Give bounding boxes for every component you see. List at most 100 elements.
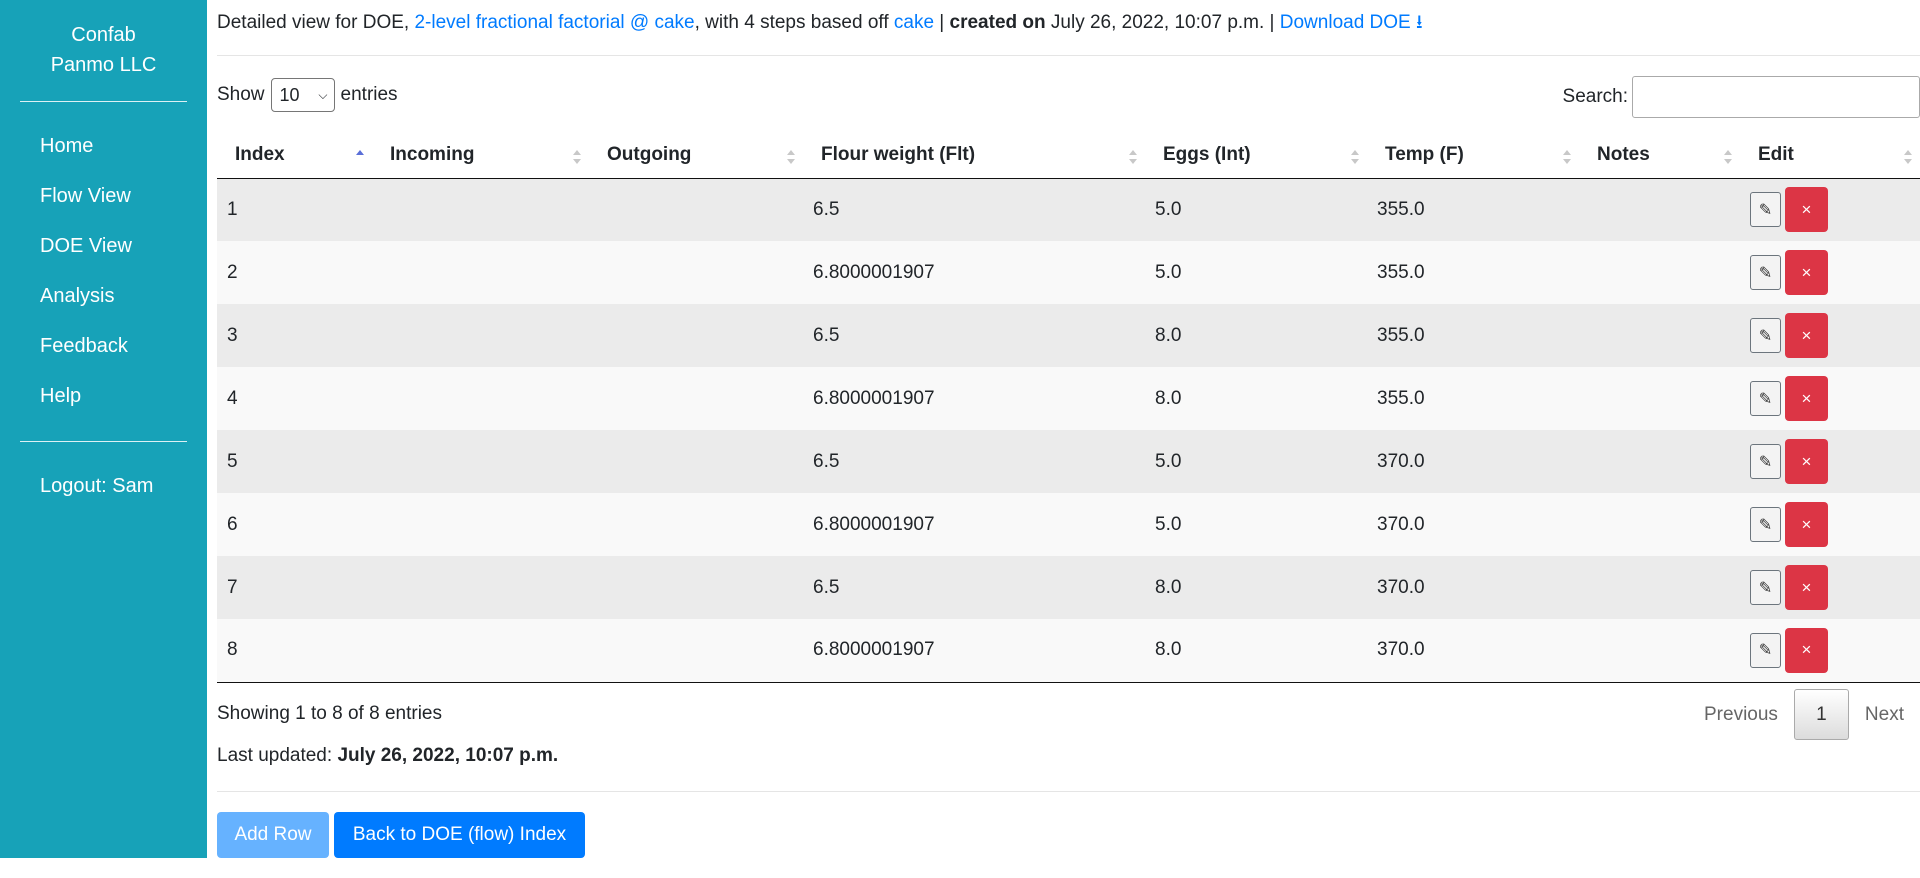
- cell-index: 2: [217, 241, 372, 304]
- nav-feedback[interactable]: Feedback: [40, 335, 128, 358]
- edit-icon[interactable]: ✎: [1750, 444, 1781, 479]
- cell-eggs: 5.0: [1145, 241, 1367, 304]
- nav-doe-view[interactable]: DOE View: [40, 235, 132, 258]
- cell-notes: [1579, 241, 1740, 304]
- cell-temp: 370.0: [1367, 619, 1579, 683]
- edit-icon[interactable]: ✎: [1750, 192, 1781, 228]
- flow-link[interactable]: cake: [894, 12, 934, 33]
- col-header-eggs[interactable]: Eggs (Int): [1145, 133, 1367, 179]
- nav-home[interactable]: Home: [40, 135, 93, 158]
- page-1-button[interactable]: 1: [1793, 689, 1849, 740]
- cell-outgoing: [589, 619, 803, 683]
- nav-flow-view[interactable]: Flow View: [40, 185, 131, 208]
- cell-temp: 370.0: [1367, 556, 1579, 619]
- edit-icon[interactable]: ✎: [1750, 381, 1781, 416]
- sidebar: Confab Panmo LLC Home Flow View DOE View…: [0, 0, 207, 858]
- sort-icon: [1129, 150, 1137, 164]
- last-updated-value: July 26, 2022, 10:07 p.m.: [337, 745, 559, 766]
- delete-icon[interactable]: ×: [1785, 627, 1828, 673]
- header-divider: [217, 55, 1920, 56]
- cell-eggs: 8.0: [1145, 619, 1367, 683]
- delete-icon[interactable]: ×: [1785, 439, 1828, 484]
- doe-link[interactable]: 2-level fractional factorial @ cake: [414, 12, 694, 33]
- delete-icon[interactable]: ×: [1785, 502, 1828, 547]
- next-page-button[interactable]: Next: [1849, 704, 1920, 726]
- col-header-label: Eggs (Int): [1163, 144, 1251, 166]
- cell-index: 6: [217, 493, 372, 556]
- cell-outgoing: [589, 430, 803, 493]
- cell-outgoing: [589, 304, 803, 367]
- cell-outgoing: [589, 556, 803, 619]
- table-row: 1 6.5 5.0 355.0 ✎ ×: [217, 178, 1920, 241]
- cell-edit: ✎ ×: [1740, 493, 1920, 556]
- cell-notes: [1579, 367, 1740, 430]
- created-label: created on: [949, 12, 1046, 33]
- col-header-incoming[interactable]: Incoming: [372, 133, 589, 179]
- col-header-index[interactable]: Index: [217, 133, 372, 179]
- cell-incoming: [372, 619, 589, 683]
- cell-edit: ✎ ×: [1740, 556, 1920, 619]
- cell-index: 8: [217, 619, 372, 683]
- cell-edit: ✎ ×: [1740, 241, 1920, 304]
- cell-temp: 355.0: [1367, 178, 1579, 241]
- cell-index: 7: [217, 556, 372, 619]
- main-content: Detailed view for DOE, 2-level fractiona…: [217, 0, 1920, 878]
- cell-flour-weight: 6.5: [803, 430, 1145, 493]
- last-updated: Last updated: July 26, 2022, 10:07 p.m.: [217, 745, 558, 767]
- edit-icon[interactable]: ✎: [1750, 318, 1781, 353]
- edit-icon[interactable]: ✎: [1750, 507, 1781, 542]
- cell-flour-weight: 6.5: [803, 178, 1145, 241]
- cell-incoming: [372, 241, 589, 304]
- cell-incoming: [372, 178, 589, 241]
- entries-select[interactable]: 10 ⌵: [270, 78, 335, 112]
- cell-index: 4: [217, 367, 372, 430]
- delete-icon[interactable]: ×: [1785, 187, 1828, 233]
- headline-separator: |: [1264, 12, 1280, 33]
- delete-icon[interactable]: ×: [1785, 376, 1828, 421]
- delete-icon[interactable]: ×: [1785, 250, 1828, 295]
- col-header-temp[interactable]: Temp (F): [1367, 133, 1579, 179]
- delete-icon[interactable]: ×: [1785, 313, 1828, 358]
- previous-page-button[interactable]: Previous: [1688, 704, 1794, 726]
- table-row: 6 6.8000001907 5.0 370.0 ✎ ×: [217, 493, 1920, 556]
- cell-incoming: [372, 367, 589, 430]
- cell-edit: ✎ ×: [1740, 619, 1920, 683]
- logout-link[interactable]: Logout: Sam: [40, 475, 153, 498]
- table-row: 2 6.8000001907 5.0 355.0 ✎ ×: [217, 241, 1920, 304]
- nav-analysis[interactable]: Analysis: [40, 285, 114, 308]
- download-icon: ⭳: [1416, 12, 1423, 33]
- cell-temp: 355.0: [1367, 304, 1579, 367]
- sidebar-divider: [20, 101, 187, 102]
- edit-icon[interactable]: ✎: [1750, 570, 1781, 605]
- cell-flour-weight: 6.8000001907: [803, 241, 1145, 304]
- headline-separator: |: [934, 12, 950, 33]
- sort-icon: [1563, 150, 1571, 164]
- add-row-button[interactable]: Add Row: [217, 812, 329, 858]
- col-header-label: Edit: [1758, 144, 1794, 166]
- back-to-doe-index-button[interactable]: Back to DOE (flow) Index: [334, 812, 585, 858]
- col-header-edit[interactable]: Edit: [1740, 133, 1920, 179]
- col-header-outgoing[interactable]: Outgoing: [589, 133, 803, 179]
- cell-notes: [1579, 493, 1740, 556]
- cell-incoming: [372, 493, 589, 556]
- search-label: Search:: [1562, 86, 1628, 107]
- col-header-flour-weight[interactable]: Flour weight (Flt): [803, 133, 1145, 179]
- search-input[interactable]: [1632, 76, 1920, 118]
- col-header-notes[interactable]: Notes: [1579, 133, 1740, 179]
- cell-eggs: 5.0: [1145, 493, 1367, 556]
- cell-notes: [1579, 556, 1740, 619]
- delete-icon[interactable]: ×: [1785, 565, 1828, 610]
- download-doe-link[interactable]: Download DOE ⭳: [1280, 12, 1423, 33]
- cell-temp: 370.0: [1367, 430, 1579, 493]
- download-doe-label: Download DOE: [1279, 12, 1411, 33]
- cell-edit: ✎ ×: [1740, 178, 1920, 241]
- edit-icon[interactable]: ✎: [1750, 632, 1781, 668]
- cell-eggs: 8.0: [1145, 367, 1367, 430]
- table-row: 4 6.8000001907 8.0 355.0 ✎ ×: [217, 367, 1920, 430]
- cell-incoming: [372, 304, 589, 367]
- table-info: Showing 1 to 8 of 8 entries: [217, 703, 442, 724]
- col-header-label: Temp (F): [1385, 144, 1464, 166]
- edit-icon[interactable]: ✎: [1750, 255, 1781, 290]
- cell-notes: [1579, 430, 1740, 493]
- nav-help[interactable]: Help: [40, 385, 81, 408]
